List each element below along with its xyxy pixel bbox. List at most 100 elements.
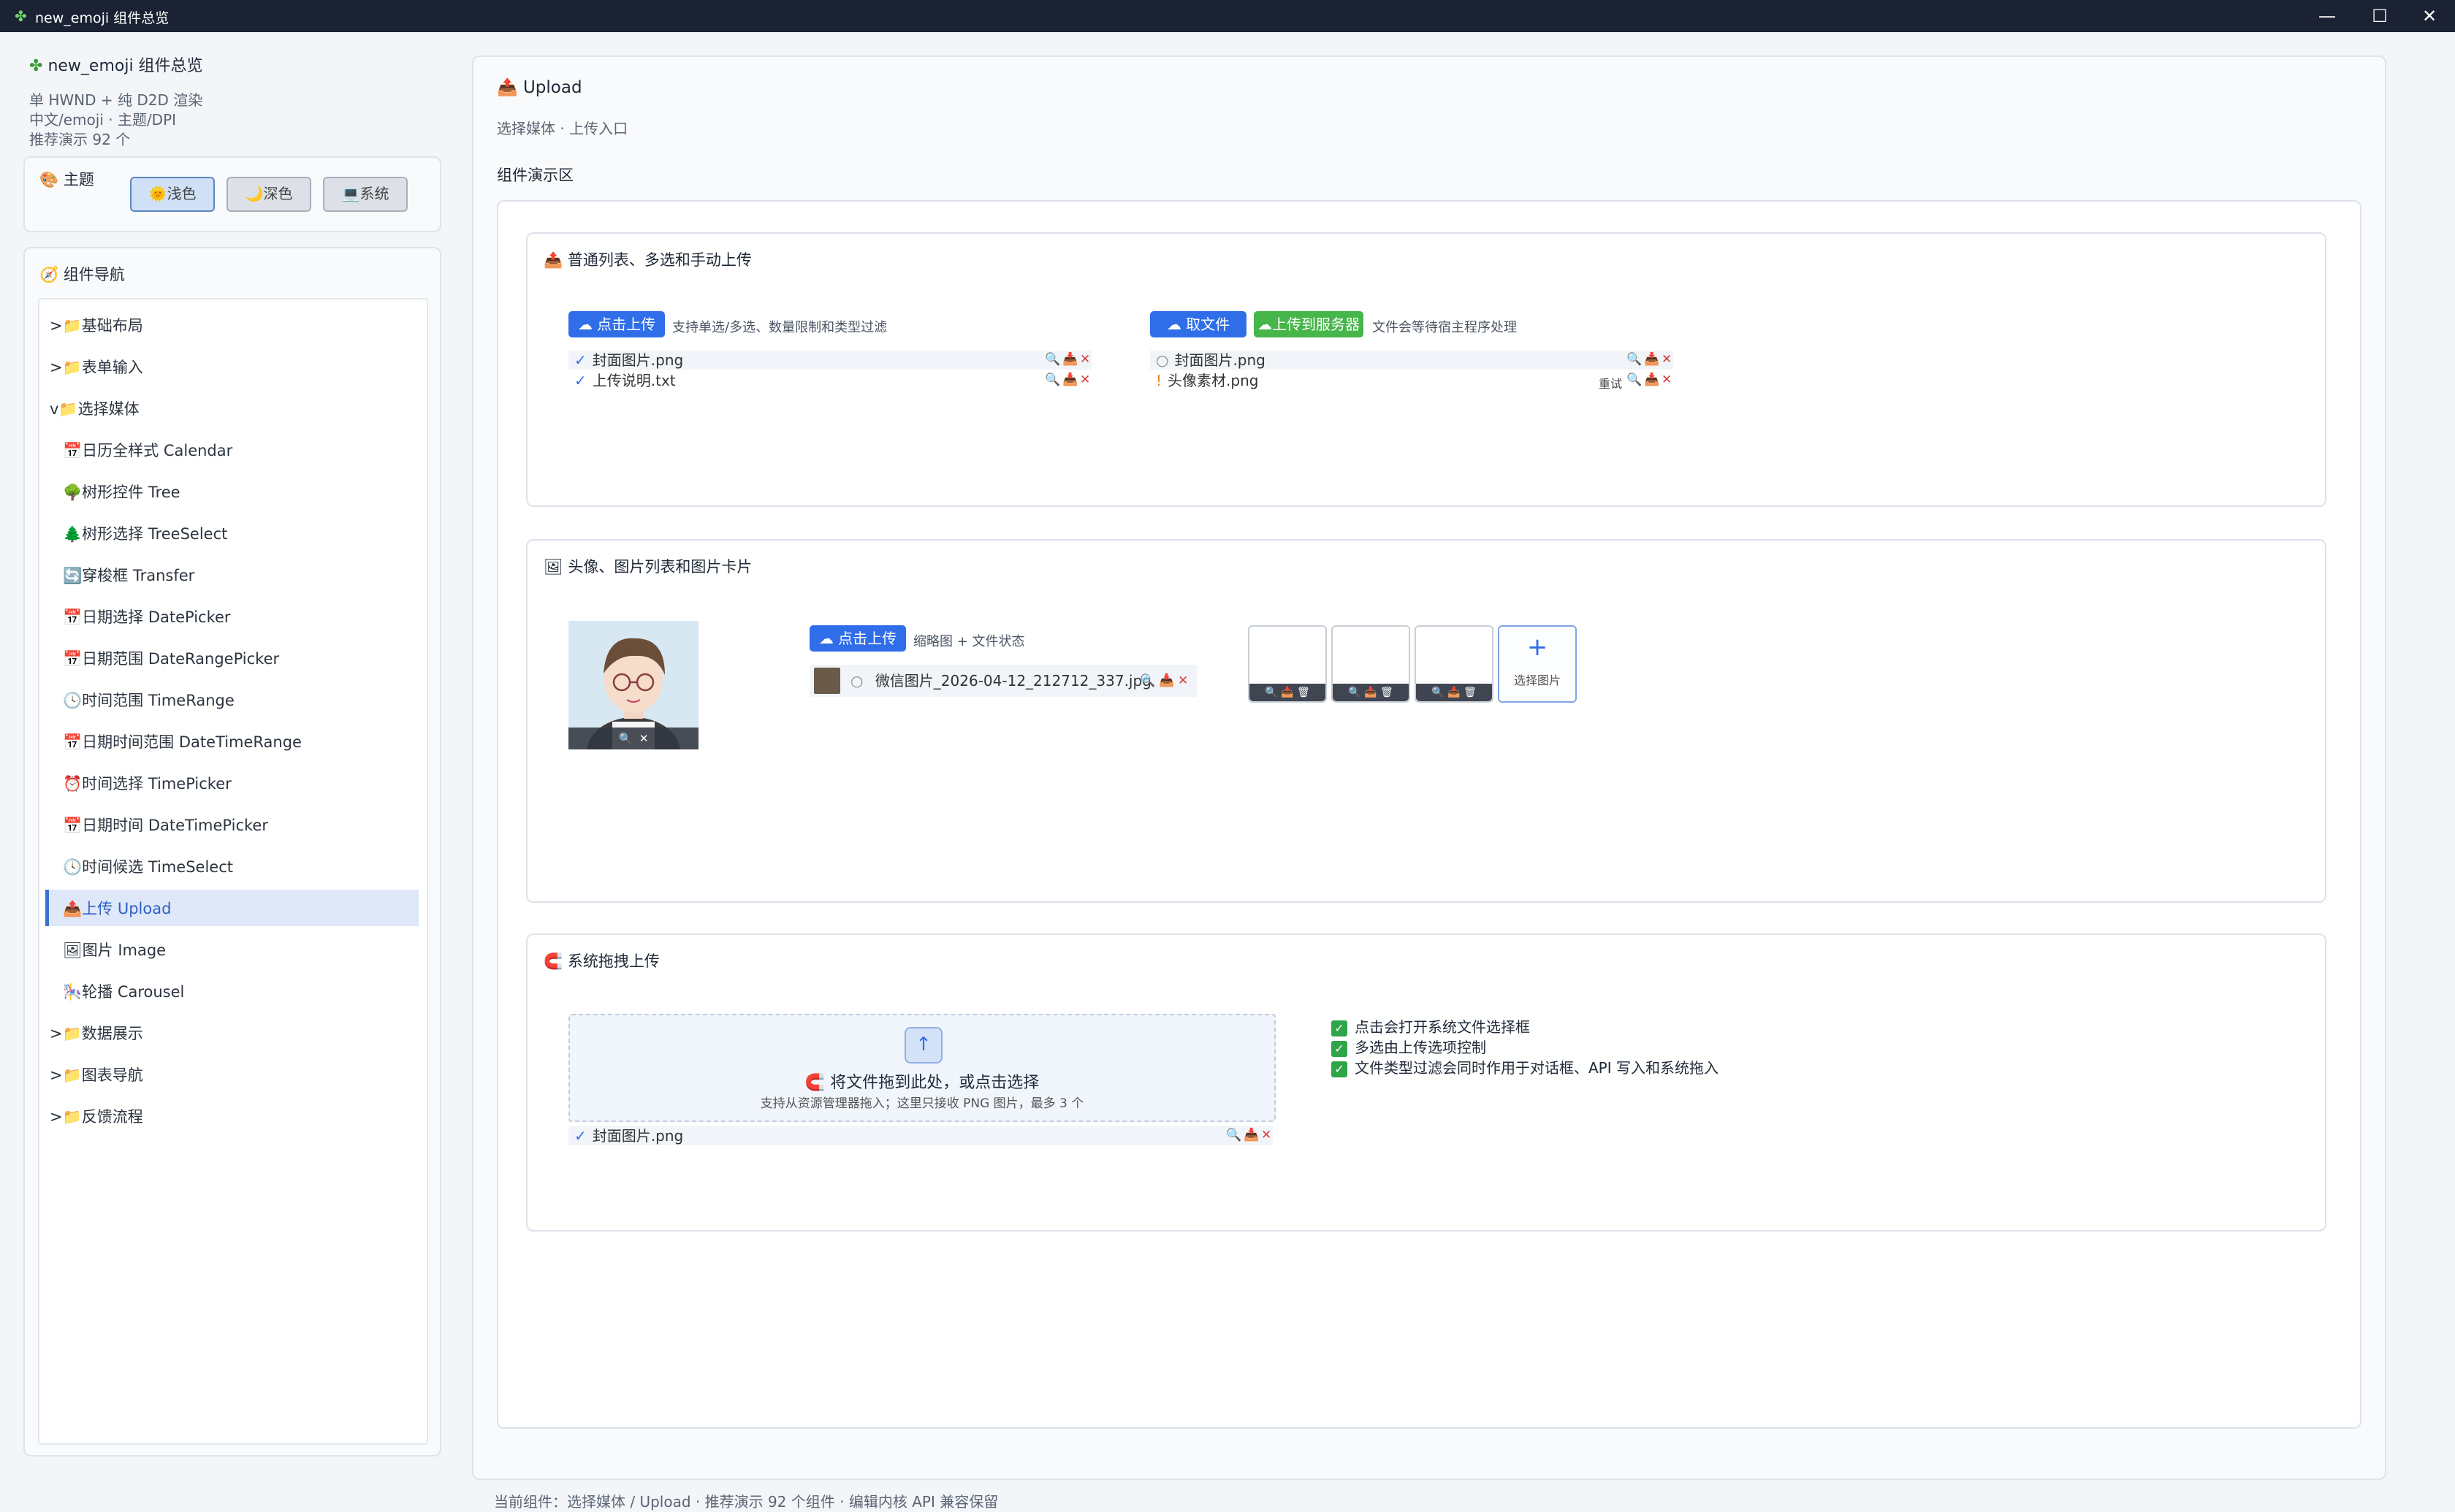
- remove-icon[interactable]: ✕: [1080, 352, 1090, 367]
- preview-icon[interactable]: 🔍: [1045, 373, 1060, 387]
- theme-light-button[interactable]: 🌞浅色: [130, 177, 215, 212]
- nav-item-calendar[interactable]: 📅日历全样式 Calendar: [63, 439, 232, 461]
- drop-zone[interactable]: ↑ 🧲 将文件拖到此处，或点击选择 支持从资源管理器拖入；这里只接收 PNG 图…: [568, 1014, 1276, 1122]
- upload-icon: ☁: [1166, 316, 1181, 333]
- preview-icon[interactable]: 🔍: [1626, 373, 1642, 387]
- retry-link[interactable]: 重试: [1599, 374, 1622, 392]
- nav-item-carousel[interactable]: 🎠轮播 Carousel: [63, 980, 184, 1002]
- download-icon[interactable]: 📥: [1644, 373, 1659, 387]
- preview-icon[interactable]: 🔍: [619, 732, 633, 745]
- nav-item-form-input[interactable]: >📁表单输入: [50, 356, 143, 378]
- preview-icon[interactable]: 🔍: [1265, 687, 1277, 698]
- maximize-button[interactable]: ☐: [2354, 3, 2405, 29]
- nav-item-tree[interactable]: 🌳树形控件 Tree: [63, 481, 180, 503]
- section2-title-text: 头像、图片列表和图片卡片: [568, 558, 753, 576]
- nav-item-timeselect[interactable]: 🕓时间候选 TimeSelect: [63, 855, 233, 877]
- checklist-item: ✓ 点击会打开系统文件选择框: [1331, 1017, 1718, 1037]
- nav-item-image[interactable]: 🖼图片 Image: [63, 939, 166, 961]
- nav-item-chart-nav[interactable]: >📁图表导航: [50, 1064, 143, 1085]
- page-subtitle: 选择媒体 · 上传入口: [497, 120, 628, 137]
- trash-icon[interactable]: 🗑: [1464, 687, 1477, 698]
- download-icon[interactable]: 📥: [1447, 687, 1460, 698]
- trash-icon[interactable]: 🗑: [1380, 687, 1393, 698]
- download-icon[interactable]: 📥: [1364, 687, 1377, 698]
- file-row: ✓ 上传说明.txt: [568, 371, 1092, 390]
- picture-card[interactable]: 🔍 📥 🗑: [1415, 625, 1493, 703]
- download-icon[interactable]: 📥: [1244, 1128, 1259, 1142]
- remove-icon[interactable]: ✕: [1662, 373, 1672, 387]
- file-row: ✓ 封面图片.png: [568, 351, 1092, 370]
- remove-icon[interactable]: ✕: [1261, 1128, 1271, 1142]
- close-button[interactable]: ✕: [2404, 3, 2455, 29]
- remove-icon[interactable]: ✕: [639, 732, 649, 745]
- nav-item-data-display[interactable]: >📁数据展示: [50, 1022, 143, 1044]
- checklist-text: 文件类型过滤会同时作用于对话框、API 写入和系统拖入: [1355, 1059, 1718, 1077]
- download-icon[interactable]: 📥: [1062, 373, 1078, 387]
- window-title: new_emoji 组件总览: [35, 10, 170, 26]
- section-avatar-picture: 🖼 头像、图片列表和图片卡片 🔍 ✕ ☁ 点击上传 缩略图 + 文件状态 ○ 微…: [526, 539, 2326, 903]
- demo-area: 📤 普通列表、多选和手动上传 ☁ 点击上传 支持单选/多选、数量限制和类型过滤 …: [497, 200, 2361, 1429]
- main-panel: 📤 Upload 选择媒体 · 上传入口 组件演示区 📤 普通列表、多选和手动上…: [472, 56, 2386, 1480]
- click-upload-button[interactable]: ☁ 点击上传: [568, 311, 665, 337]
- trash-icon[interactable]: 🗑: [1297, 687, 1310, 698]
- preview-icon[interactable]: 🔍: [1226, 1128, 1241, 1142]
- preview-icon[interactable]: 🔍: [1431, 687, 1444, 698]
- status-check-icon: ✓: [574, 1127, 587, 1145]
- laptop-icon: 💻: [341, 185, 360, 202]
- title-bar: ✤ new_emoji 组件总览 — ☐ ✕: [0, 0, 2455, 32]
- click-upload-label: 点击上传: [597, 316, 656, 333]
- demo-label: 组件演示区: [497, 167, 574, 184]
- preview-icon[interactable]: 🔍: [1045, 352, 1060, 367]
- upload-icon: 📤: [497, 78, 518, 97]
- minimize-button[interactable]: —: [2302, 3, 2353, 29]
- picture-card[interactable]: 🔍 📥 🗑: [1248, 625, 1327, 703]
- preview-icon[interactable]: 🔍: [1140, 673, 1155, 688]
- preview-icon[interactable]: 🔍: [1348, 687, 1360, 698]
- picture-hint: 缩略图 + 文件状态: [913, 634, 1025, 649]
- remove-icon[interactable]: ✕: [1178, 673, 1188, 688]
- pick-file-button[interactable]: ☁ 取文件: [1150, 311, 1246, 337]
- theme-system-button[interactable]: 💻系统: [323, 177, 408, 212]
- nav-item-datetimepicker[interactable]: 📅日期时间 DateTimePicker: [63, 814, 268, 836]
- nav-item-treeselect[interactable]: 🌲树形选择 TreeSelect: [63, 522, 227, 544]
- nav-item-datetimerange[interactable]: 📅日期时间范围 DateTimeRange: [63, 730, 302, 752]
- nav-item-transfer[interactable]: 🔄穿梭框 Transfer: [63, 564, 194, 586]
- section-drag-upload: 🧲 系统拖拽上传 ↑ 🧲 将文件拖到此处，或点击选择 支持从资源管理器拖入；这里…: [526, 933, 2326, 1232]
- download-icon[interactable]: 📥: [1281, 687, 1293, 698]
- nav-item-datepicker[interactable]: 📅日期选择 DatePicker: [63, 606, 231, 627]
- plus-icon: +: [1526, 633, 1548, 662]
- nav-item-timerange[interactable]: 🕓时间范围 TimeRange: [63, 689, 235, 711]
- picture-upload-button[interactable]: ☁ 点击上传: [810, 625, 906, 652]
- nav-item-feedback[interactable]: >📁反馈流程: [50, 1105, 143, 1127]
- compass-icon: 🧭: [39, 266, 59, 283]
- download-icon[interactable]: 📥: [1062, 352, 1078, 367]
- nav-item-basic-layout[interactable]: >📁基础布局: [50, 314, 143, 336]
- add-picture-card[interactable]: + 选择图片: [1498, 625, 1577, 703]
- avatar-upload[interactable]: 🔍 ✕: [568, 621, 699, 749]
- upload-icon: ☁: [818, 630, 834, 647]
- nav-item-timepicker[interactable]: ⏰时间选择 TimePicker: [63, 772, 232, 794]
- picture-card[interactable]: 🔍 📥 🗑: [1331, 625, 1410, 703]
- remove-icon[interactable]: ✕: [1080, 373, 1090, 387]
- theme-panel: 🎨 主题 🌞浅色 🌙深色 💻系统: [23, 156, 441, 232]
- nav-item-upload[interactable]: 📤上传 Upload: [63, 897, 171, 919]
- drop-title: 🧲 将文件拖到此处，或点击选择: [570, 1069, 1274, 1093]
- nav-item-media[interactable]: v📁选择媒体: [50, 397, 140, 419]
- info-line: 单 HWND + 纯 D2D 渲染: [29, 91, 203, 109]
- file-row: ○ 封面图片.png: [1150, 351, 1673, 370]
- add-picture-label: 选择图片: [1513, 673, 1561, 687]
- theme-dark-button[interactable]: 🌙深色: [227, 177, 311, 212]
- nav-item-daterangepicker[interactable]: 📅日期范围 DateRangePicker: [63, 647, 279, 669]
- status-check-icon: ✓: [574, 372, 587, 389]
- download-icon[interactable]: 📥: [1159, 673, 1174, 688]
- section3-title: 🧲 系统拖拽上传: [544, 950, 660, 971]
- upload-icon: ☁: [577, 316, 593, 333]
- remove-icon[interactable]: ✕: [1662, 352, 1672, 367]
- picture-file-row: ○ 微信图片_2026-04-12_212712_337.jpg: [810, 665, 1197, 697]
- picture-card-actions: 🔍 📥 🗑: [1416, 684, 1492, 701]
- upload-to-server-button[interactable]: ☁上传到服务器: [1254, 311, 1363, 337]
- upload-icon: 📤: [544, 251, 563, 269]
- download-icon[interactable]: 📥: [1644, 352, 1659, 367]
- status-check-icon: ✓: [574, 351, 587, 369]
- preview-icon[interactable]: 🔍: [1626, 352, 1642, 367]
